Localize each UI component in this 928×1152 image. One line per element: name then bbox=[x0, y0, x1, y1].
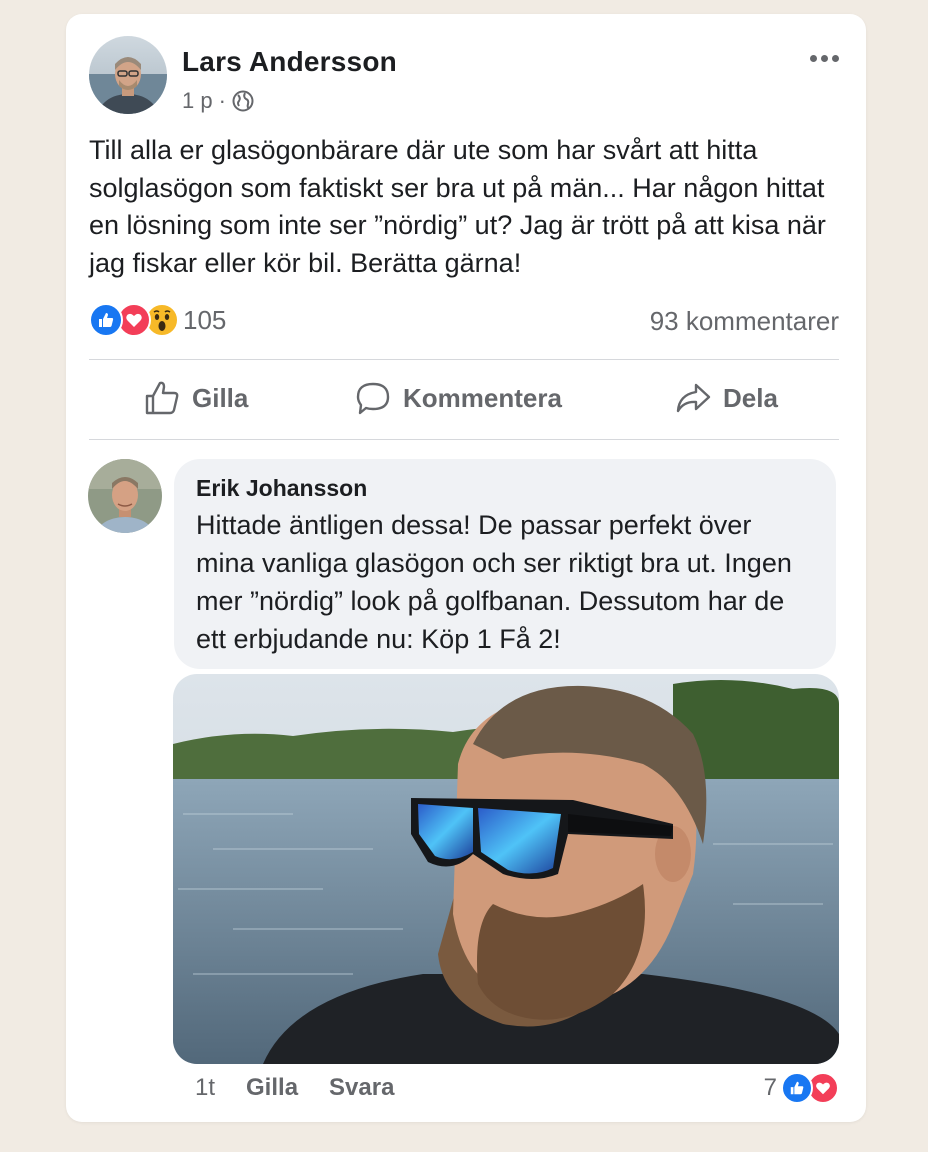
meta-separator: · bbox=[218, 88, 226, 113]
like-button[interactable]: Gilla bbox=[144, 380, 248, 416]
commenter-name[interactable]: Erik Johansson bbox=[196, 475, 814, 502]
post-text: Till alla er glasögonbärare där ute som … bbox=[89, 135, 826, 278]
author-name[interactable]: Lars Andersson bbox=[182, 46, 397, 78]
comment-timestamp[interactable]: 1t bbox=[195, 1074, 215, 1102]
commenter-avatar[interactable] bbox=[88, 459, 162, 533]
author-avatar[interactable] bbox=[89, 36, 167, 114]
comment-reactions[interactable]: 7 bbox=[764, 1072, 839, 1104]
comment-count[interactable]: 93 kommentarer bbox=[650, 306, 839, 337]
thumbs-up-icon bbox=[145, 381, 179, 415]
divider bbox=[89, 439, 839, 440]
like-icon bbox=[781, 1072, 813, 1104]
globe-icon bbox=[232, 90, 254, 112]
like-icon bbox=[89, 303, 123, 337]
post-card: Lars Andersson 1 p · Till alla er glasög… bbox=[66, 14, 866, 1122]
share-button[interactable]: Dela bbox=[675, 380, 778, 416]
comment-photo[interactable] bbox=[173, 674, 839, 1064]
comment-reaction-count: 7 bbox=[763, 1074, 777, 1101]
post-meta: 1 p · bbox=[182, 88, 254, 114]
divider bbox=[89, 359, 839, 360]
post-reactions[interactable]: 105 bbox=[89, 303, 226, 337]
share-arrow-icon bbox=[676, 383, 711, 413]
reaction-count[interactable]: 105 bbox=[183, 305, 226, 336]
comment-text: Hittade äntligen dessa! De passar perfek… bbox=[196, 510, 792, 654]
post-timestamp[interactable]: 1 p bbox=[182, 88, 213, 114]
comment-bubble: Erik Johansson Hittade äntligen dessa! D… bbox=[174, 459, 836, 669]
comment-bubble-icon bbox=[356, 382, 390, 415]
comment-actions: 1t Gilla Svara bbox=[195, 1074, 394, 1102]
comment-reply-button[interactable]: Svara bbox=[329, 1074, 394, 1102]
more-options-icon[interactable] bbox=[804, 46, 844, 70]
share-label: Dela bbox=[723, 382, 778, 413]
comment-like-button[interactable]: Gilla bbox=[246, 1074, 298, 1102]
comment-label: Kommentera bbox=[403, 382, 562, 413]
comment-button[interactable]: Kommentera bbox=[355, 380, 562, 416]
like-label: Gilla bbox=[192, 382, 249, 413]
